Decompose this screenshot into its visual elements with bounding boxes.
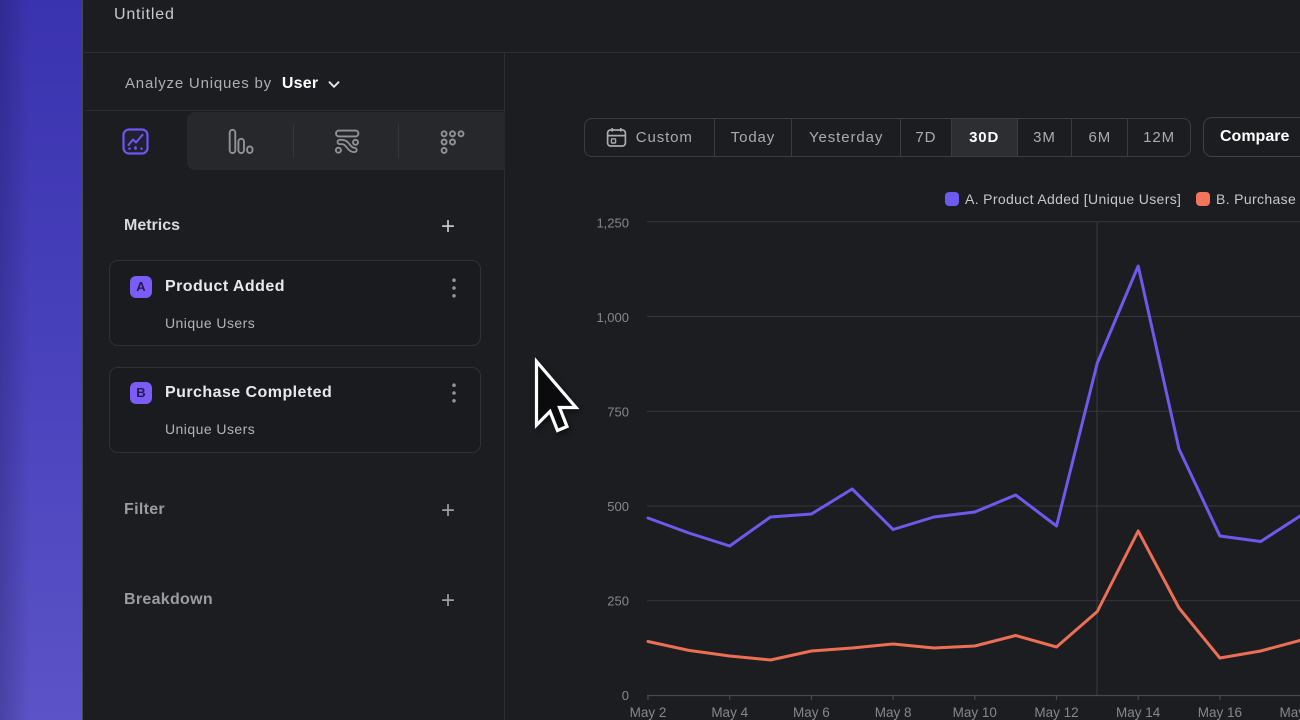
svg-text:750: 750 — [607, 405, 629, 420]
svg-text:May 12: May 12 — [1034, 705, 1078, 720]
svg-text:May 4: May 4 — [711, 705, 748, 720]
svg-text:May 6: May 6 — [793, 705, 830, 720]
svg-text:500: 500 — [607, 499, 629, 514]
svg-text:May 8: May 8 — [875, 705, 912, 720]
svg-text:May 16: May 16 — [1198, 705, 1242, 720]
svg-text:May 14: May 14 — [1116, 705, 1161, 720]
svg-text:May 10: May 10 — [953, 705, 997, 720]
svg-text:0: 0 — [622, 688, 629, 703]
svg-text:1,000: 1,000 — [596, 310, 629, 325]
svg-text:May 18: May 18 — [1279, 705, 1300, 720]
svg-text:May 2: May 2 — [630, 705, 667, 720]
svg-text:250: 250 — [607, 594, 629, 609]
svg-text:1,250: 1,250 — [596, 216, 629, 231]
